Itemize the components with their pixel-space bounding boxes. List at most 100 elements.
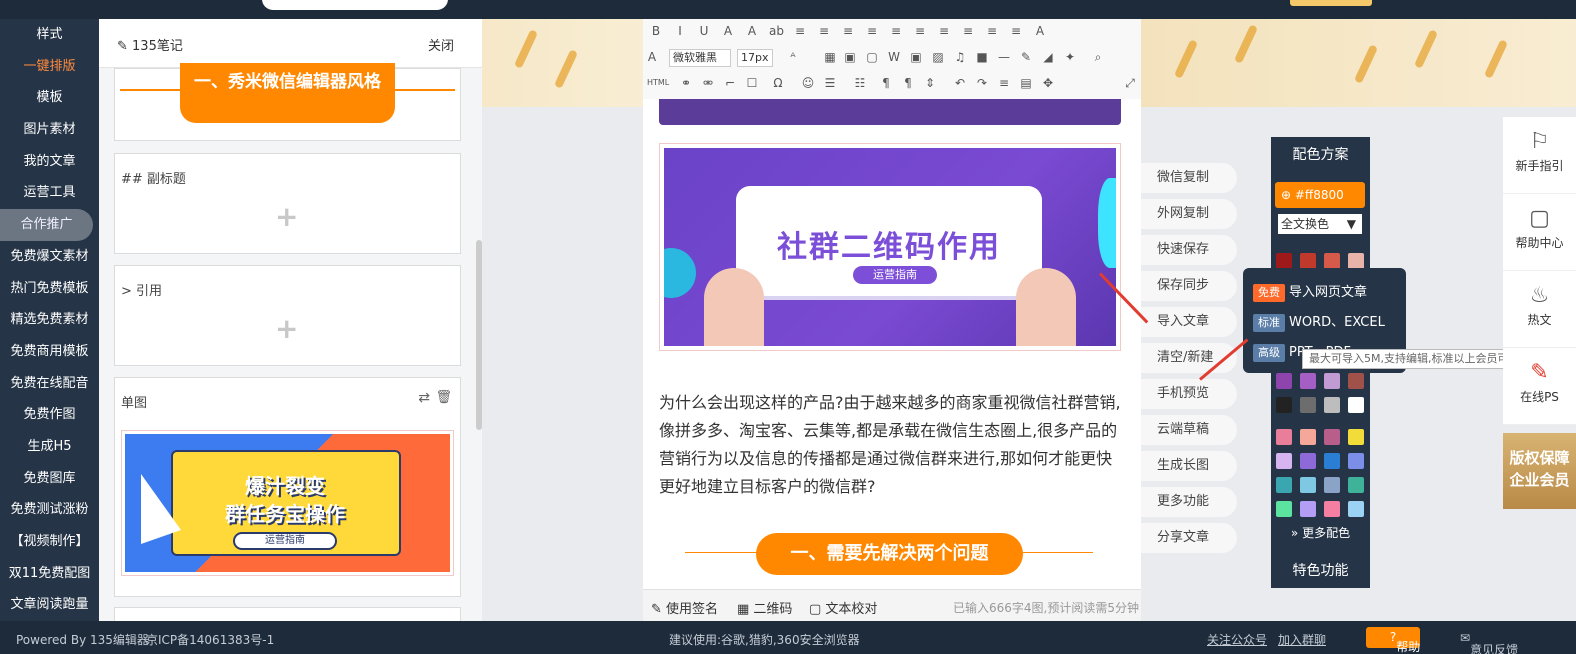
- preview-icon[interactable]: ▤: [1019, 76, 1033, 90]
- format-tool-icon[interactable]: ≡: [913, 24, 927, 38]
- html-icon[interactable]: HTML: [647, 76, 669, 90]
- panel-scrollbar[interactable]: [476, 240, 482, 430]
- nav-item[interactable]: 免费在线配音: [0, 368, 99, 400]
- guide-button[interactable]: ⚐ 新手指引: [1503, 117, 1576, 194]
- nav-item[interactable]: 【视频制作】: [0, 526, 99, 558]
- help-center-button[interactable]: ▢ 帮助中心: [1503, 194, 1576, 271]
- letter-spacing-icon[interactable]: ᴬ: [786, 50, 800, 64]
- color-swatch[interactable]: [1276, 253, 1292, 269]
- color-swatch[interactable]: [1348, 373, 1364, 389]
- bucket-icon[interactable]: ◢: [1041, 50, 1055, 64]
- plus-icon[interactable]: +: [275, 200, 298, 233]
- font-size-select[interactable]: 17px: [737, 49, 773, 67]
- online-ps-button[interactable]: ✎ 在线PS: [1503, 348, 1576, 425]
- nav-item[interactable]: 免费图库: [0, 463, 99, 495]
- brush-icon[interactable]: ✎: [1019, 50, 1033, 64]
- nav-item[interactable]: 我的文章: [0, 146, 99, 178]
- action-button[interactable]: 微信复制: [1141, 163, 1237, 193]
- font-icon[interactable]: A: [645, 50, 659, 64]
- format-tool-icon[interactable]: ab: [769, 24, 784, 38]
- color-swatch[interactable]: [1348, 397, 1364, 413]
- import-option[interactable]: 标准 WORD、EXCEL: [1253, 311, 1385, 332]
- color-swatch[interactable]: [1276, 373, 1292, 389]
- color-swatch[interactable]: [1324, 501, 1340, 517]
- format-tool-icon[interactable]: A: [745, 24, 759, 38]
- magic-icon[interactable]: ✦: [1063, 50, 1077, 64]
- template-card[interactable]: [114, 607, 461, 621]
- list-bullet-icon[interactable]: ☷: [853, 76, 867, 90]
- follow-link[interactable]: 关注公众号: [1207, 631, 1267, 648]
- format-tool-icon[interactable]: ≡: [985, 24, 999, 38]
- hot-articles-button[interactable]: ♨ 热文: [1503, 271, 1576, 348]
- color-swatch[interactable]: [1276, 429, 1292, 445]
- action-button[interactable]: 快速保存: [1141, 235, 1237, 265]
- format-tool-icon[interactable]: I: [673, 24, 687, 38]
- color-swatch[interactable]: [1348, 453, 1364, 469]
- action-button[interactable]: 外网复制: [1141, 199, 1237, 229]
- color-swatch[interactable]: [1348, 253, 1364, 269]
- color-swatch[interactable]: [1300, 373, 1316, 389]
- format-tool-icon[interactable]: A: [1033, 24, 1047, 38]
- music-icon[interactable]: ♫: [953, 50, 967, 64]
- proof-button[interactable]: ▢ 文本校对: [809, 598, 877, 617]
- nav-item[interactable]: 图片素材: [0, 114, 99, 146]
- color-swatch[interactable]: [1348, 477, 1364, 493]
- nav-item[interactable]: 精选免费素材: [0, 304, 99, 336]
- redo-icon[interactable]: ↷: [975, 76, 989, 90]
- ltr-icon[interactable]: ¶: [879, 76, 893, 90]
- nav-item[interactable]: 文章阅读跑量: [0, 589, 99, 621]
- action-button[interactable]: 保存同步: [1141, 271, 1237, 301]
- format-tool-icon[interactable]: ≡: [817, 24, 831, 38]
- color-swatch[interactable]: [1324, 429, 1340, 445]
- color-swatch[interactable]: [1348, 501, 1364, 517]
- rtl-icon[interactable]: ¶: [901, 76, 915, 90]
- sign-button[interactable]: ✎ 使用签名: [651, 598, 718, 617]
- paragraph[interactable]: 为什么会出现这样的产品?由于越来越多的商家重视微信社群营销,像拼多多、淘宝客、云…: [659, 389, 1125, 501]
- nav-item[interactable]: 合作推广: [0, 209, 93, 241]
- search-input[interactable]: [262, 0, 448, 10]
- group-link[interactable]: 加入群聊: [1278, 631, 1326, 648]
- import-option[interactable]: 免费 导入网页文章: [1253, 281, 1367, 302]
- action-button[interactable]: 分享文章: [1141, 523, 1237, 553]
- image-icon[interactable]: ▣: [843, 50, 857, 64]
- vip-banner[interactable]: 版权保障 企业会员: [1503, 433, 1576, 509]
- template-card-image[interactable]: 单图 ⇄ 🗑 爆汁裂变 群任务宝操作 运营指南: [114, 377, 461, 597]
- color-swatch[interactable]: [1300, 477, 1316, 493]
- select-icon[interactable]: ☐: [745, 76, 759, 90]
- copy-icon[interactable]: ▢: [865, 50, 879, 64]
- top-gold-button[interactable]: [1290, 0, 1372, 6]
- nav-item[interactable]: 一键排版: [0, 51, 99, 83]
- icp-number[interactable]: 京ICP备14061383号-1: [146, 631, 274, 648]
- close-button[interactable]: 关闭: [428, 35, 454, 54]
- color-swatch[interactable]: [1324, 373, 1340, 389]
- picture-icon[interactable]: ▣: [909, 50, 923, 64]
- color-swatch[interactable]: [1300, 397, 1316, 413]
- word-icon[interactable]: W: [887, 50, 901, 64]
- list-ordered-icon[interactable]: ☰: [823, 76, 837, 90]
- editor-content[interactable]: 社群二维码作用 运营指南 为什么会出现这样的产品?由于越来越多的商家重视微信社群…: [643, 99, 1141, 589]
- action-button[interactable]: 更多功能: [1141, 487, 1237, 517]
- format-tool-icon[interactable]: A: [721, 24, 735, 38]
- format-tool-icon[interactable]: ≡: [865, 24, 879, 38]
- qr-image[interactable]: 社群二维码作用 运营指南: [659, 143, 1121, 351]
- search-icon[interactable]: ⌕: [1091, 50, 1105, 64]
- table-icon[interactable]: ▦: [823, 50, 837, 64]
- color-swatch[interactable]: [1300, 429, 1316, 445]
- action-button[interactable]: 手机预览: [1141, 379, 1237, 409]
- nav-item[interactable]: 模板: [0, 82, 99, 114]
- nav-item[interactable]: 热门免费模板: [0, 273, 99, 305]
- move-icon[interactable]: ✥: [1041, 76, 1055, 90]
- link-icon[interactable]: ⚭: [679, 76, 693, 90]
- color-swatch[interactable]: [1324, 253, 1340, 269]
- action-button[interactable]: 生成长图: [1141, 451, 1237, 481]
- nav-item[interactable]: 免费作图: [0, 399, 99, 431]
- trash-icon[interactable]: 🗑: [435, 390, 452, 405]
- video-icon[interactable]: ■: [975, 50, 989, 64]
- gallery-icon[interactable]: ▨: [931, 50, 945, 64]
- swap-icon[interactable]: ⇄: [418, 390, 430, 406]
- nav-item[interactable]: 免费爆文素材: [0, 241, 99, 273]
- format-tool-icon[interactable]: B: [649, 24, 663, 38]
- format-tool-icon[interactable]: ≡: [841, 24, 855, 38]
- line-height-icon[interactable]: ⇕: [923, 76, 937, 90]
- format-tool-icon[interactable]: ≡: [961, 24, 975, 38]
